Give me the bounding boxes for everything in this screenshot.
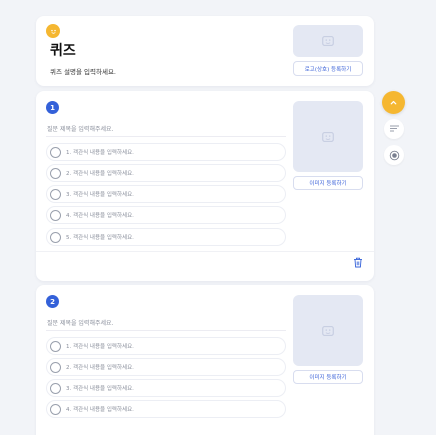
add-choice-question-button[interactable] — [384, 145, 404, 165]
radio-icon — [389, 150, 399, 160]
option-item[interactable]: 2. 객관식 내용을 입력하세요. — [46, 358, 286, 376]
option-text[interactable]: 1. 객관식 내용을 입력하세요. — [66, 342, 134, 350]
option-text[interactable]: 4. 객관식 내용을 입력하세요. — [66, 405, 134, 413]
radio-button[interactable] — [50, 340, 61, 352]
option-text[interactable]: 2. 객관식 내용을 입력하세요. — [66, 363, 134, 371]
question-number-badge: 1 — [46, 101, 59, 114]
radio-button[interactable] — [50, 231, 61, 243]
image-register-button[interactable]: 이미지 등록하기 — [293, 176, 363, 190]
question-title-input[interactable]: 질문 제목을 입력해주세요. — [47, 318, 113, 327]
question-image-placeholder[interactable] — [293, 101, 363, 172]
option-text[interactable]: 4. 객관식 내용을 입력하세요. — [66, 211, 134, 219]
radio-button[interactable] — [50, 146, 61, 158]
quiz-description[interactable]: 퀴즈 설명을 입력하세요. — [50, 66, 116, 76]
divider — [46, 136, 286, 137]
image-icon — [322, 131, 334, 142]
short-text-icon — [389, 125, 399, 132]
logo-register-button[interactable]: 로고(상호) 등록하기 — [293, 61, 363, 76]
radio-button[interactable] — [50, 382, 61, 394]
radio-button[interactable] — [50, 167, 61, 179]
add-text-question-button[interactable] — [384, 119, 404, 139]
radio-button[interactable] — [50, 403, 61, 415]
option-item[interactable]: 3. 객관식 내용을 입력하세요. — [46, 185, 286, 203]
option-text[interactable]: 5. 객관식 내용을 입력하세요. — [66, 233, 134, 241]
divider — [36, 251, 374, 252]
question-card-1: 1 질문 제목을 입력해주세요. 1. 객관식 내용을 입력하세요. 2. 객관… — [36, 91, 374, 281]
image-icon — [322, 36, 334, 46]
chevron-up-icon — [390, 100, 397, 105]
divider — [46, 330, 286, 331]
quiz-title[interactable]: 퀴즈 — [50, 40, 76, 60]
radio-button[interactable] — [50, 361, 61, 373]
trash-icon[interactable] — [353, 257, 363, 268]
radio-button[interactable] — [50, 209, 61, 221]
option-text[interactable]: 3. 객관식 내용을 입력하세요. — [66, 384, 134, 392]
option-item[interactable]: 1. 객관식 내용을 입력하세요. — [46, 143, 286, 161]
radio-button[interactable] — [50, 188, 61, 200]
option-item[interactable]: 5. 객관식 내용을 입력하세요. — [46, 228, 286, 246]
option-item[interactable]: 2. 객관식 내용을 입력하세요. — [46, 164, 286, 182]
image-icon — [322, 325, 334, 336]
option-text[interactable]: 1. 객관식 내용을 입력하세요. — [66, 148, 134, 156]
option-item[interactable]: 1. 객관식 내용을 입력하세요. — [46, 337, 286, 355]
question-card-2: 2 질문 제목을 입력해주세요. 1. 객관식 내용을 입력하세요. 2. 객관… — [36, 285, 374, 435]
question-title-input[interactable]: 질문 제목을 입력해주세요. — [47, 124, 113, 133]
logo-image-placeholder[interactable] — [293, 25, 363, 57]
quiz-header-card: 퀴즈 퀴즈 설명을 입력하세요. 로고(상호) 등록하기 — [36, 16, 374, 86]
option-text[interactable]: 3. 객관식 내용을 입력하세요. — [66, 190, 134, 198]
question-image-placeholder[interactable] — [293, 295, 363, 366]
image-register-button[interactable]: 이미지 등록하기 — [293, 370, 363, 384]
smile-icon — [46, 24, 60, 38]
question-number-badge: 2 — [46, 295, 59, 308]
option-item[interactable]: 4. 객관식 내용을 입력하세요. — [46, 400, 286, 418]
option-text[interactable]: 2. 객관식 내용을 입력하세요. — [66, 169, 134, 177]
option-item[interactable]: 3. 객관식 내용을 입력하세요. — [46, 379, 286, 397]
option-item[interactable]: 4. 객관식 내용을 입력하세요. — [46, 206, 286, 224]
scroll-top-button[interactable] — [382, 91, 405, 114]
